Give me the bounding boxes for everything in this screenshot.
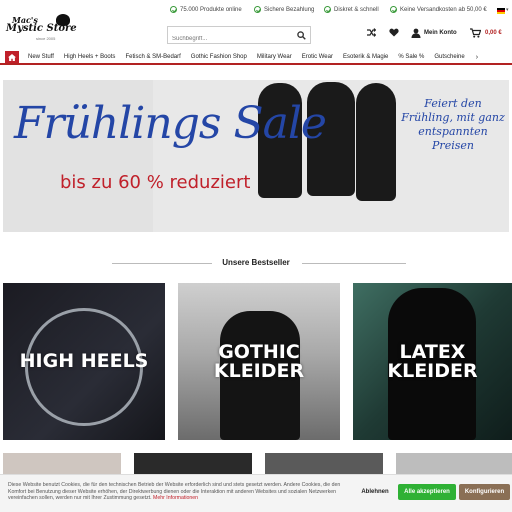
nav-item-sale[interactable]: % Sale % xyxy=(393,54,429,60)
nav-item-gutscheine[interactable]: Gutscheine xyxy=(429,54,469,60)
tile-label: HIGH HEELS xyxy=(19,350,149,372)
bestseller-heading: Unsere Bestseller xyxy=(0,258,512,268)
category-tile-latex-kleider[interactable]: LATEX KLEIDER xyxy=(353,283,512,440)
main-navigation: New Stuff High Heels + Boots Fetisch & S… xyxy=(0,51,512,65)
decline-button[interactable]: Ablehnen xyxy=(355,484,395,500)
usp-item: Sichere Bezahlung xyxy=(254,6,314,13)
nav-item-new-stuff[interactable]: New Stuff xyxy=(23,54,59,60)
user-icon xyxy=(411,28,421,38)
cart-button[interactable]: 0,00 € xyxy=(470,28,502,38)
category-tile-gothic-kleider[interactable]: GOTHIC KLEIDER xyxy=(178,283,340,440)
nav-item-high-heels[interactable]: High Heels + Boots xyxy=(59,54,121,60)
nav-item-esoterik[interactable]: Esoterik & Magie xyxy=(338,54,393,60)
usp-text: 75.000 Produkte online xyxy=(180,6,242,13)
usp-text: Sichere Bezahlung xyxy=(264,6,315,13)
configure-button[interactable]: Konfigurieren xyxy=(459,484,510,500)
cart-icon xyxy=(470,28,481,38)
chevron-down-icon[interactable]: ▾ xyxy=(506,7,509,13)
check-icon xyxy=(324,6,331,13)
heart-icon xyxy=(389,28,399,37)
usp-item: Diskret & schnell xyxy=(324,6,379,13)
store-logo[interactable]: Mac's Mystic Store since 2005 xyxy=(6,14,77,46)
home-button[interactable] xyxy=(5,51,19,63)
section-title: Unsere Bestseller xyxy=(222,258,290,267)
tile-label: KLEIDER xyxy=(213,360,305,382)
cookie-text: Diese Website benutzt Cookies, die für d… xyxy=(8,482,353,502)
nav-next-icon[interactable]: › xyxy=(476,54,478,61)
wishlist-button[interactable] xyxy=(389,28,399,37)
banner-subtitle: bis zu 60 % reduziert xyxy=(60,172,251,193)
usp-item: Keine Versandkosten ab 50,00 € xyxy=(390,6,487,13)
usp-item: 75.000 Produkte online xyxy=(170,6,242,13)
banner-side-text: Feiert den Frühling, mit ganz entspannte… xyxy=(401,97,505,152)
search-button[interactable] xyxy=(292,27,310,43)
nav-item-erotic[interactable]: Erotic Wear xyxy=(297,54,338,60)
mask-logo-icon xyxy=(56,14,70,26)
divider xyxy=(302,263,406,264)
cart-total: 0,00 € xyxy=(485,30,502,36)
usp-text: Diskret & schnell xyxy=(334,6,379,13)
divider xyxy=(112,263,212,264)
accept-all-button[interactable]: Alle akzeptieren xyxy=(398,484,456,500)
search-box xyxy=(167,26,311,47)
logo-line-3: since 2005 xyxy=(36,36,56,41)
more-info-link[interactable]: Mehr Informationen xyxy=(153,495,198,501)
usp-bar: 75.000 Produkte online Sichere Bezahlung… xyxy=(0,3,512,17)
banner-title: Frühlings Sale xyxy=(14,98,327,149)
nav-item-military[interactable]: Military Wear xyxy=(252,54,297,60)
model-figure xyxy=(356,83,396,201)
compare-button[interactable] xyxy=(366,28,376,37)
nav-item-fetisch[interactable]: Fetisch & SM-Bedarf xyxy=(120,54,185,60)
check-icon xyxy=(254,6,261,13)
language-flag-icon[interactable] xyxy=(497,8,505,14)
usp-text: Keine Versandkosten ab 50,00 € xyxy=(400,6,487,13)
search-icon xyxy=(296,30,306,40)
account-label: Mein Konto xyxy=(424,30,457,36)
account-button[interactable]: Mein Konto xyxy=(411,28,457,38)
check-icon xyxy=(170,6,177,13)
shuffle-icon xyxy=(367,28,376,37)
tile-label: KLEIDER xyxy=(387,360,478,382)
search-input[interactable] xyxy=(168,31,288,47)
nav-item-gothic[interactable]: Gothic Fashion Shop xyxy=(186,54,252,60)
home-icon xyxy=(8,53,16,61)
check-icon xyxy=(390,6,397,13)
category-tile-high-heels[interactable]: HIGH HEELS xyxy=(3,283,165,440)
